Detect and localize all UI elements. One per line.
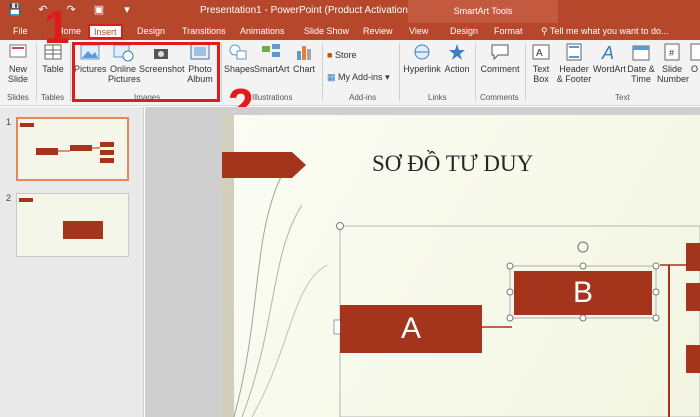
header-footer-icon	[566, 43, 582, 61]
divider	[221, 43, 222, 101]
thumb-number: 2	[6, 193, 12, 203]
slide-number-button[interactable]: # Slide Number	[657, 42, 689, 84]
action-button[interactable]: Action	[443, 42, 471, 74]
hyperlink-icon	[414, 44, 430, 60]
tab-transitions[interactable]: Transitions	[182, 26, 226, 36]
svg-text:A: A	[536, 48, 543, 59]
smartart-node-b[interactable]: B	[514, 271, 652, 315]
divider	[70, 43, 71, 101]
divider	[399, 43, 400, 101]
my-addins-button[interactable]: ▦ My Add-ins ▾	[327, 72, 390, 83]
chart-button[interactable]: Chart	[291, 42, 317, 74]
group-label-links: Links	[428, 93, 447, 102]
save-icon[interactable]: 💾	[6, 3, 24, 16]
header-footer-button[interactable]: Header & Footer	[556, 42, 592, 84]
group-label-addins: Add-ins	[349, 93, 377, 102]
group-label-illustrations: Illustrations	[252, 93, 293, 102]
step-1-marker: 1	[44, 1, 70, 53]
thumb-1-preview	[20, 123, 114, 163]
title-bar: 💾 ↶ ↷ ▣ ▾ Presentation1 - PowerPoint (Pr…	[0, 0, 700, 23]
wordart-icon: A	[601, 43, 614, 62]
customize-qat-icon[interactable]: ▾	[118, 3, 136, 16]
date-time-button[interactable]: Date & Time	[627, 42, 655, 84]
group-label-text: Text	[615, 93, 630, 102]
new-slide-button[interactable]: New Slide	[4, 42, 32, 84]
text-box-icon: A	[532, 44, 550, 60]
svg-text:#: #	[669, 48, 674, 58]
divider	[475, 43, 476, 101]
chart-icon	[297, 46, 311, 60]
object-button[interactable]: O	[689, 42, 700, 74]
tab-view[interactable]: View	[409, 26, 428, 36]
slide-thumbnails-pane: 1 2	[0, 107, 144, 417]
store-button[interactable]: ■ Store	[327, 50, 356, 60]
slide-thumbnail-2[interactable]	[16, 193, 129, 257]
calendar-icon	[632, 45, 650, 61]
slide-title[interactable]: SƠ ĐỒ TƯ DUY	[372, 151, 533, 177]
store-icon: ■	[327, 50, 333, 60]
hyperlink-button[interactable]: Hyperlink	[403, 42, 441, 74]
tell-me-box[interactable]: ⚲ Tell me what you want to do...	[541, 26, 669, 37]
quick-access-toolbar: 💾 ↶ ↷ ▣ ▾	[6, 3, 136, 16]
tab-file[interactable]: File	[13, 26, 28, 36]
smartart-tools-label: SmartArt Tools	[408, 0, 558, 23]
slide-canvas[interactable]: SƠ ĐỒ TƯ DUY A B	[222, 115, 700, 417]
tab-slide-show[interactable]: Slide Show	[304, 26, 349, 36]
smartart-icon	[262, 44, 280, 57]
start-slideshow-icon[interactable]: ▣	[90, 3, 108, 16]
lightbulb-icon: ⚲	[541, 26, 550, 36]
tab-insert[interactable]: Insert	[88, 24, 123, 39]
action-icon	[449, 44, 465, 60]
divider	[36, 43, 37, 101]
window-title: Presentation1 - PowerPoint (Product Acti…	[200, 5, 442, 16]
ribbon-tabs: File Home Insert Design Transitions Anim…	[0, 23, 700, 40]
new-slide-icon	[9, 44, 27, 58]
text-box-button[interactable]: A Text Box	[528, 42, 554, 84]
comment-button[interactable]: Comment	[478, 42, 522, 74]
addins-icon: ▦	[327, 72, 336, 82]
group-label-tables: Tables	[41, 93, 65, 102]
thumb-number: 1	[6, 117, 12, 127]
shapes-button[interactable]: Shapes	[224, 42, 255, 74]
group-label-slides: Slides	[7, 93, 29, 102]
comment-icon	[491, 44, 509, 61]
tab-smartart-format[interactable]: Format	[494, 26, 523, 36]
shapes-icon	[229, 44, 247, 60]
group-label-comments: Comments	[480, 93, 519, 102]
images-group-highlight	[72, 42, 220, 102]
smartart-button[interactable]: SmartArt	[254, 42, 290, 74]
thumb-2-preview	[19, 198, 103, 239]
svg-text:A: A	[601, 43, 614, 62]
tab-design[interactable]: Design	[137, 26, 165, 36]
divider	[322, 43, 323, 101]
tab-smartart-design[interactable]: Design	[450, 26, 478, 36]
divider	[525, 43, 526, 101]
tab-animations[interactable]: Animations	[240, 26, 285, 36]
object-icon	[690, 43, 700, 61]
slide-editing-area: SƠ ĐỒ TƯ DUY A B	[145, 107, 700, 417]
smartart-node-a[interactable]: A	[340, 305, 482, 353]
tab-review[interactable]: Review	[363, 26, 393, 36]
wordart-button[interactable]: A WordArt	[593, 42, 626, 74]
slide-number-icon: #	[664, 43, 680, 61]
slide-thumbnail-1[interactable]	[16, 117, 129, 181]
